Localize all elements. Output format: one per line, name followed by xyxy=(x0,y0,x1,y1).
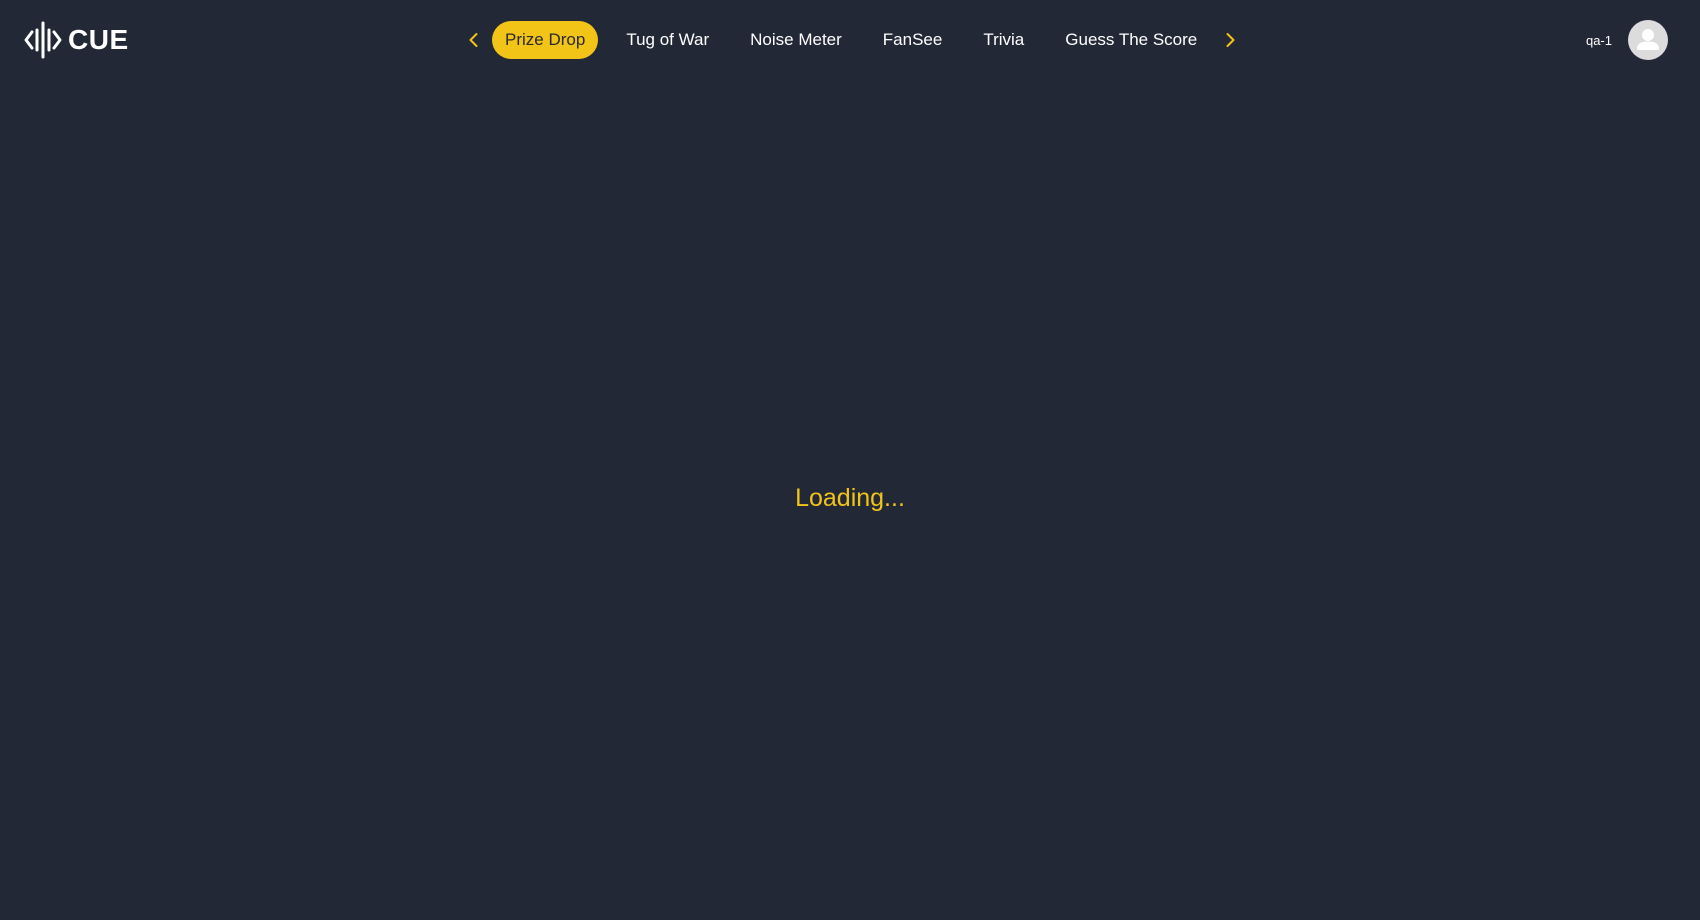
tab-label: Tug of War xyxy=(626,30,710,49)
tab-trivia[interactable]: Trivia xyxy=(970,21,1037,59)
avatar-button[interactable] xyxy=(1628,20,1668,60)
tab-label: Prize Drop xyxy=(505,30,586,49)
username-label: qa-1 xyxy=(1585,32,1612,48)
logo-text: CUE xyxy=(68,24,129,55)
user-avatar-icon xyxy=(1637,29,1659,50)
chevron-right-icon xyxy=(1226,33,1235,47)
tab-noise-meter[interactable]: Noise Meter xyxy=(737,21,855,59)
top-bar: CUE Prize Drop Tug of War Noise Meter Fa… xyxy=(0,0,1700,80)
tab-label: Guess The Score xyxy=(1065,30,1198,49)
logo[interactable]: CUE xyxy=(24,20,129,60)
game-tab-nav: Prize Drop Tug of War Noise Meter FanSee… xyxy=(456,20,1248,60)
scroll-tabs-right-button[interactable] xyxy=(1212,20,1248,60)
app-root: CUE Prize Drop Tug of War Noise Meter Fa… xyxy=(0,0,1700,920)
chevron-left-icon xyxy=(469,33,478,47)
tab-guess-the-score[interactable]: Guess The Score xyxy=(1052,21,1210,59)
tab-label: FanSee xyxy=(882,30,943,49)
tab-prize-drop[interactable]: Prize Drop xyxy=(492,21,599,59)
tab-label: Noise Meter xyxy=(750,30,842,49)
tabs-scroller[interactable]: Prize Drop Tug of War Noise Meter FanSee… xyxy=(492,20,1212,60)
tab-tug-of-war[interactable]: Tug of War xyxy=(613,21,722,59)
user-menu: qa-1 xyxy=(1586,20,1668,60)
scroll-tabs-left-button[interactable] xyxy=(456,20,492,60)
sound-wave-logo-icon xyxy=(24,21,62,59)
tab-fansee[interactable]: FanSee xyxy=(870,21,956,59)
tab-label: Trivia xyxy=(983,30,1025,49)
loading-indicator: Loading... xyxy=(795,484,905,512)
